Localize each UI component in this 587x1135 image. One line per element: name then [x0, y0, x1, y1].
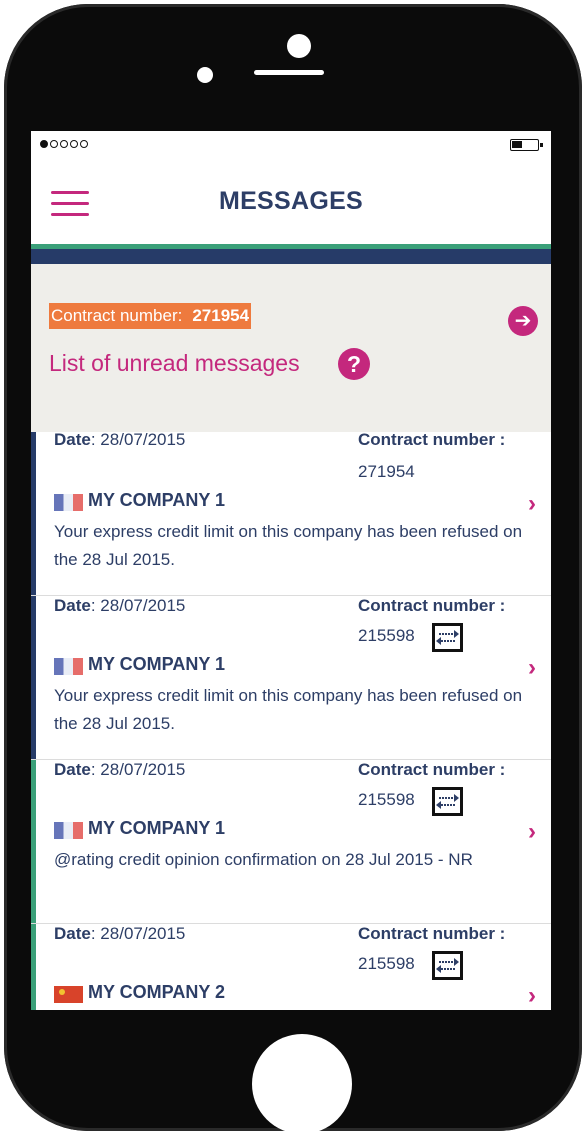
back-arrow-icon[interactable]: ➔	[508, 306, 538, 336]
message-contract-label: Contract number :	[358, 760, 506, 779]
message-text: Your express credit limit on this compan…	[54, 522, 523, 569]
message-text: @rating credit opinion confirmation on 2…	[54, 850, 473, 869]
company-name: MY COMPANY 1	[88, 818, 226, 838]
message-accent-bar	[31, 432, 36, 595]
message-date-value: : 28/07/2015	[90, 760, 186, 779]
message-date-label: Date	[54, 596, 91, 615]
hamburger-menu-icon[interactable]	[51, 191, 89, 217]
contract-badge-label: Contract number:	[51, 306, 183, 325]
chevron-right-icon[interactable]: ›	[528, 654, 536, 682]
message-date: Date: 28/07/2015	[54, 760, 185, 780]
message-item[interactable]: Date: 28/07/2015 Contract number : 21559…	[31, 596, 551, 760]
battery-icon	[510, 139, 543, 151]
header-stripe-navy	[31, 249, 551, 264]
message-item[interactable]: Date: 28/07/2015 Contract number : 21559…	[31, 760, 551, 924]
home-button[interactable]	[252, 1034, 352, 1134]
message-contract-label: Contract number :	[358, 924, 506, 943]
chevron-right-icon[interactable]: ›	[528, 982, 536, 1010]
message-contract-label: Contract number :	[358, 430, 506, 449]
battery-tip	[540, 143, 543, 147]
message-date: Date: 28/07/2015	[54, 430, 185, 450]
message-contract-number: 215598	[358, 626, 415, 645]
china-flag-icon	[54, 986, 83, 1003]
message-item[interactable]: Date: 28/07/2015 Contract number : 27195…	[31, 430, 551, 596]
message-contract-label: Contract number :	[358, 596, 506, 615]
battery-level	[512, 141, 522, 148]
message-date: Date: 28/07/2015	[54, 924, 185, 944]
menu-line	[51, 213, 89, 216]
message-date-label: Date	[54, 430, 91, 449]
signal-dot	[80, 140, 88, 148]
message-list: Date: 28/07/2015 Contract number : 27195…	[31, 430, 551, 1010]
message-contract-number: 215598	[358, 790, 415, 809]
front-camera	[287, 34, 311, 58]
company-name: MY COMPANY 2	[88, 982, 226, 1002]
chevron-right-icon[interactable]: ›	[528, 818, 536, 846]
message-date-value: : 28/07/2015	[90, 924, 186, 943]
menu-line	[51, 191, 89, 194]
message-accent-bar	[31, 924, 36, 1010]
message-contract-number: 271954	[358, 462, 415, 481]
contract-badge-number: 271954	[192, 306, 250, 325]
message-date: Date: 28/07/2015	[54, 596, 185, 616]
phone-screen: MESSAGES Contract number: 271954 ➔ List o…	[31, 131, 551, 1010]
proximity-sensor	[197, 67, 213, 83]
message-date-value: : 28/07/2015	[90, 430, 186, 449]
company-name: MY COMPANY 1	[88, 654, 226, 674]
chevron-right-icon[interactable]: ›	[528, 490, 536, 518]
transfer-icon	[432, 951, 463, 980]
message-item[interactable]: Date: 28/07/2015 Contract number : 21559…	[31, 924, 551, 1010]
signal-dot	[60, 140, 68, 148]
message-contract-number: 215598	[358, 954, 415, 973]
message-accent-bar	[31, 760, 36, 923]
france-flag-icon	[54, 822, 83, 839]
signal-dot	[40, 140, 48, 148]
list-heading: List of unread messages	[49, 350, 300, 376]
message-date-value: : 28/07/2015	[90, 596, 186, 615]
company-name: MY COMPANY 1	[88, 490, 226, 510]
message-date-label: Date	[54, 760, 91, 779]
contract-badge: Contract number: 271954	[49, 303, 252, 329]
france-flag-icon	[54, 658, 83, 675]
signal-dot	[50, 140, 58, 148]
message-accent-bar	[31, 596, 36, 759]
app-header: MESSAGES	[31, 161, 551, 245]
transfer-icon	[432, 623, 463, 652]
help-icon[interactable]: ?	[338, 348, 370, 380]
message-text: Your express credit limit on this compan…	[54, 686, 523, 733]
transfer-icon	[432, 787, 463, 816]
status-bar	[31, 131, 551, 161]
earpiece-speaker	[254, 70, 324, 75]
page-title: MESSAGES	[218, 187, 364, 215]
menu-line	[51, 202, 89, 205]
info-panel: Contract number: 271954 ➔ List of unread …	[31, 264, 551, 432]
signal-dot	[70, 140, 78, 148]
signal-strength-icon	[40, 140, 88, 148]
france-flag-icon	[54, 494, 83, 511]
message-date-label: Date	[54, 924, 91, 943]
